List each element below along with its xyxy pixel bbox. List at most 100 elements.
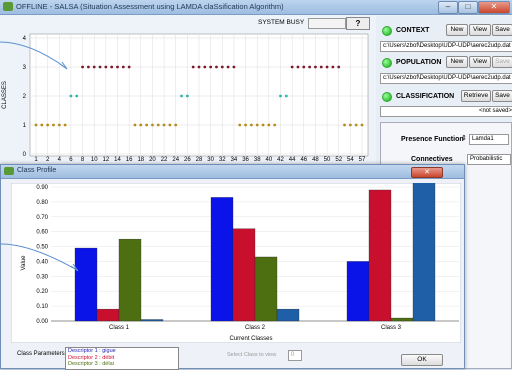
x-tick-label: 44: [289, 157, 296, 162]
context-save-button[interactable]: Save: [492, 24, 512, 36]
presence-function-field[interactable]: Lamda1: [469, 134, 509, 145]
class-point: [343, 123, 346, 127]
class-point: [249, 123, 253, 127]
class-profile-title-bar: Class Profile ✕: [1, 165, 464, 179]
class-point: [116, 65, 119, 69]
chart-x-label: Current Classes: [229, 336, 272, 342]
x-tick-label: 38: [254, 157, 261, 162]
population-new-button[interactable]: New: [446, 56, 468, 68]
x-tick-label: 48: [312, 157, 319, 162]
class-profile-close-button[interactable]: ✕: [411, 167, 443, 178]
class-point: [46, 123, 50, 127]
class-point: [319, 65, 323, 69]
bar: [118, 238, 142, 322]
class-point: [57, 123, 61, 127]
x-tick-label: 36: [242, 157, 249, 162]
y-tick-label: 0.90: [36, 185, 48, 191]
bar: [390, 317, 414, 322]
class-point: [151, 123, 154, 127]
y-tick-label: 0.70: [36, 215, 48, 221]
x-tick-label: 6: [69, 157, 73, 162]
maximize-button[interactable]: □: [458, 1, 478, 14]
class-point: [331, 65, 335, 69]
class-point: [86, 65, 90, 69]
class-profile-window: Class Profile ✕ 0.00 0.10 0.20 0.30 0.40 0.50…: [0, 164, 465, 370]
close-button[interactable]: ✕: [478, 1, 510, 14]
class-point: [314, 65, 317, 69]
classification-retrieve-button[interactable]: Retrieve: [461, 90, 491, 102]
x-tick-label: Class 1: [109, 325, 130, 331]
x-tick-label: 52: [335, 157, 342, 162]
connectives-select[interactable]: Probabilistic: [467, 154, 511, 165]
classification-status-lamp: [382, 92, 392, 102]
main-title-bar: OFFLINE - SALSA (Situation Assessment us…: [0, 0, 512, 15]
population-label: POPULATION: [396, 59, 442, 66]
context-view-button[interactable]: View: [469, 24, 491, 36]
x-tick-label: Class 2: [245, 325, 266, 331]
class-point: [360, 123, 364, 127]
class-point: [290, 65, 294, 69]
y-tick-label: 0: [23, 152, 27, 158]
class-point: [104, 65, 108, 69]
bar: [232, 228, 256, 322]
x-tick-label: 34: [231, 157, 238, 162]
x-tick-label: 32: [219, 157, 226, 162]
class-point: [139, 123, 143, 127]
context-status-lamp: [382, 26, 392, 36]
class-point: [203, 65, 207, 69]
app-icon: [4, 167, 14, 175]
class-point: [220, 65, 224, 69]
bar: [346, 261, 370, 322]
x-tick-label: 8: [81, 157, 85, 162]
class-point: [273, 123, 277, 127]
class-point: [162, 123, 166, 127]
class-point: [81, 65, 84, 69]
x-tick-label: 42: [277, 157, 284, 162]
presence-spinner-icon[interactable]: ⇕: [461, 134, 467, 142]
y-tick-label: 0.10: [36, 304, 48, 310]
population-save-button[interactable]: Save: [492, 56, 512, 68]
x-tick-label: 24: [172, 157, 179, 162]
x-tick-label: 28: [196, 157, 203, 162]
context-path-field[interactable]: c:\Users\zbof\Desktop\UDP-UDP\aerec2udp.…: [380, 41, 512, 52]
class-point: [215, 65, 218, 69]
class-point: [40, 123, 44, 127]
x-tick-label: 26: [184, 157, 191, 162]
x-tick-label: 20: [149, 157, 156, 162]
busy-indicator: [308, 18, 346, 29]
x-tick-label: 57: [359, 157, 366, 162]
x-tick-label: 40: [266, 157, 273, 162]
population-view-button[interactable]: View: [469, 56, 491, 68]
class-point: [110, 65, 114, 69]
x-tick-label: 10: [91, 157, 98, 162]
presence-function-label: Presence Function: [401, 136, 464, 143]
class-point: [255, 123, 259, 127]
y-tick-label: 0.00: [36, 319, 48, 325]
classification-save-button[interactable]: Save: [492, 90, 512, 102]
select-class-field[interactable]: 0: [288, 350, 302, 361]
class-point: [127, 65, 131, 69]
x-tick-label: 46: [300, 157, 307, 162]
class-point: [191, 65, 195, 69]
ok-button[interactable]: OK: [401, 354, 443, 366]
x-tick-label: 22: [161, 157, 168, 162]
class-point: [92, 65, 96, 69]
classification-label: CLASSIFICATION: [396, 93, 455, 100]
system-busy-label: SYSTEM BUSY: [258, 19, 305, 26]
help-button[interactable]: ?: [346, 17, 370, 30]
class-point: [267, 123, 271, 127]
annotation-arrow-top: [0, 41, 68, 70]
class-point: [232, 65, 236, 69]
class-point: [98, 65, 102, 69]
population-status-lamp: [382, 58, 392, 68]
class-point: [279, 94, 282, 98]
class-point: [209, 65, 213, 69]
class-point: [354, 123, 358, 127]
class-profile-title: Class Profile: [17, 167, 57, 174]
app-icon: [3, 2, 13, 11]
class-point: [133, 123, 137, 127]
minimize-button[interactable]: –: [438, 1, 458, 14]
context-new-button[interactable]: New: [446, 24, 468, 36]
population-path-field[interactable]: c:\Users\zbof\Desktop\UDP-UDP\aerec2udp.…: [380, 73, 512, 84]
x-tick-label: Class 3: [381, 325, 402, 331]
